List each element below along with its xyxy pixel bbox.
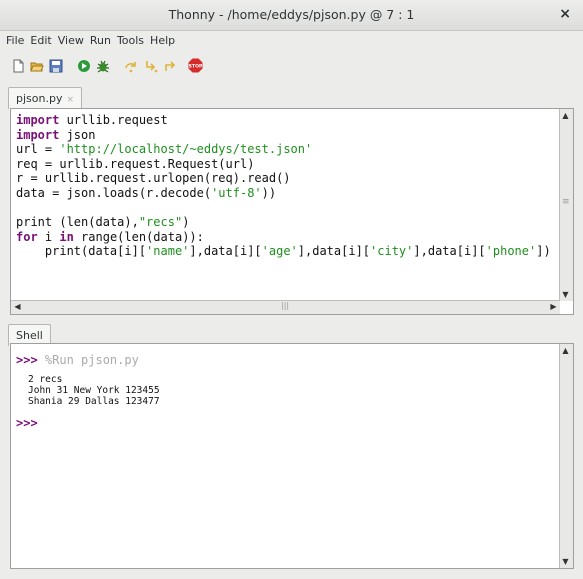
editor-horizontal-scrollbar[interactable]: ◀ ||| ▶ (11, 300, 560, 314)
title-bar: Thonny - /home/eddys/pjson.py @ 7 : 1 × (0, 0, 583, 31)
scroll-grip-icon: ≡ (562, 197, 570, 207)
debug-icon[interactable] (96, 59, 110, 73)
shell-output-line: John 31 New York 123455 (28, 385, 160, 396)
code-token: ]) (536, 244, 551, 259)
menu-tools[interactable]: Tools (114, 31, 147, 51)
save-file-icon[interactable] (49, 59, 63, 73)
code-token: r = urllib.request.urlopen(req).read() (16, 171, 291, 186)
code-line[interactable]: for i in range(len(data)): (16, 230, 568, 245)
hscroll-grip-icon: ||| (281, 301, 290, 310)
code-token: ],data[i][ (297, 244, 371, 259)
menu-help[interactable]: Help (147, 31, 178, 51)
scroll-left-arrow-icon[interactable]: ◀ (12, 301, 23, 312)
code-keyword: in (59, 229, 74, 244)
code-token: i (37, 229, 60, 244)
code-keyword: import (16, 127, 60, 142)
code-string: 'age' (261, 244, 298, 259)
editor-tab-bar: pjson.py × (8, 87, 578, 109)
code-keyword: for (16, 229, 38, 244)
menu-view[interactable]: View (55, 31, 87, 51)
shell-input-prompt[interactable]: >>> (16, 416, 38, 430)
stop-label: STOP (189, 64, 203, 70)
code-token: ) (182, 215, 190, 230)
code-line[interactable] (16, 201, 568, 216)
shell-command: %Run pjson.py (37, 353, 139, 367)
code-line[interactable]: print (len(data),"recs") (16, 215, 568, 230)
menu-file[interactable]: File (0, 31, 27, 51)
code-token: ],data[i][ (189, 244, 262, 259)
code-line[interactable]: import urllib.request (16, 113, 568, 128)
scroll-right-arrow-icon[interactable]: ▶ (548, 301, 559, 312)
code-line[interactable]: import json (16, 128, 568, 143)
code-token: json (59, 127, 96, 142)
code-keyword: import (16, 113, 60, 127)
stop-icon[interactable]: STOP (188, 58, 203, 73)
shell-panel[interactable]: >>> %Run pjson.py 2 recs John 31 New Yor… (10, 343, 574, 569)
open-file-icon[interactable] (30, 59, 44, 73)
code-token: ],data[i][ (413, 244, 486, 259)
code-string: 'phone' (485, 244, 537, 259)
code-token: print (len(data), (16, 215, 139, 230)
code-string: 'utf-8' (211, 185, 262, 200)
code-line[interactable]: req = urllib.request.Request(url) (16, 157, 568, 172)
code-line[interactable]: r = urllib.request.urlopen(req).read() (16, 171, 568, 186)
run-icon[interactable] (77, 59, 91, 73)
shell-tab-label: Shell (16, 329, 43, 342)
scroll-down-arrow-icon[interactable]: ▼ (560, 556, 571, 567)
code-editor[interactable]: import urllib.request import json url = 'h… (10, 108, 574, 315)
menu-bar: File Edit View Run Tools Help (0, 31, 583, 53)
tab-label: pjson.py (16, 92, 63, 105)
tab-close-icon[interactable]: × (66, 95, 74, 105)
code-token: print(data[i][ (16, 244, 147, 259)
code-line[interactable]: data = json.loads(r.decode('utf-8')) (16, 186, 568, 201)
code-token: data = json.loads(r.decode( (16, 185, 212, 200)
tab-pjson-py[interactable]: pjson.py × (8, 87, 83, 109)
window-title: Thonny - /home/eddys/pjson.py @ 7 : 1 (168, 7, 415, 22)
scroll-up-arrow-icon[interactable]: ▲ (560, 345, 571, 356)
shell-output-line: 2 recs (28, 374, 63, 385)
menu-run[interactable]: Run (87, 31, 114, 51)
step-into-icon[interactable] (144, 59, 158, 73)
code-token: )) (261, 185, 277, 200)
code-text[interactable]: import urllib.request import json url = 'h… (11, 109, 573, 263)
code-token: urllib.request (59, 113, 168, 127)
toolbar: STOP (0, 53, 583, 81)
code-token: req = urllib.request.Request(url) (16, 156, 255, 171)
editor-vertical-scrollbar[interactable]: ▲ ≡ ▼ (559, 109, 573, 301)
scroll-down-arrow-icon[interactable]: ▼ (560, 289, 571, 300)
shell-output-line: Shania 29 Dallas 123477 (28, 396, 160, 407)
step-over-icon[interactable] (124, 59, 138, 73)
new-file-icon[interactable] (11, 59, 25, 73)
close-window-button[interactable]: × (559, 6, 571, 22)
shell-prompt: >>> (16, 353, 38, 367)
menu-edit[interactable]: Edit (27, 31, 54, 51)
code-string: 'name' (146, 244, 190, 259)
code-token: url = (16, 142, 60, 157)
code-token: range(len(data)): (73, 229, 204, 244)
step-out-icon[interactable] (163, 59, 177, 73)
code-line[interactable]: url = 'http://localhost/~eddys/test.json… (16, 142, 568, 157)
code-string: 'city' (370, 244, 414, 259)
code-line[interactable]: print(data[i]['name'],data[i]['age'],dat… (16, 244, 568, 259)
code-string: 'http://localhost/~eddys/test.json' (59, 142, 313, 157)
scroll-up-arrow-icon[interactable]: ▲ (560, 110, 571, 121)
code-string: "recs" (138, 215, 183, 230)
shell-vertical-scrollbar[interactable]: ▲ ▼ (559, 344, 573, 568)
